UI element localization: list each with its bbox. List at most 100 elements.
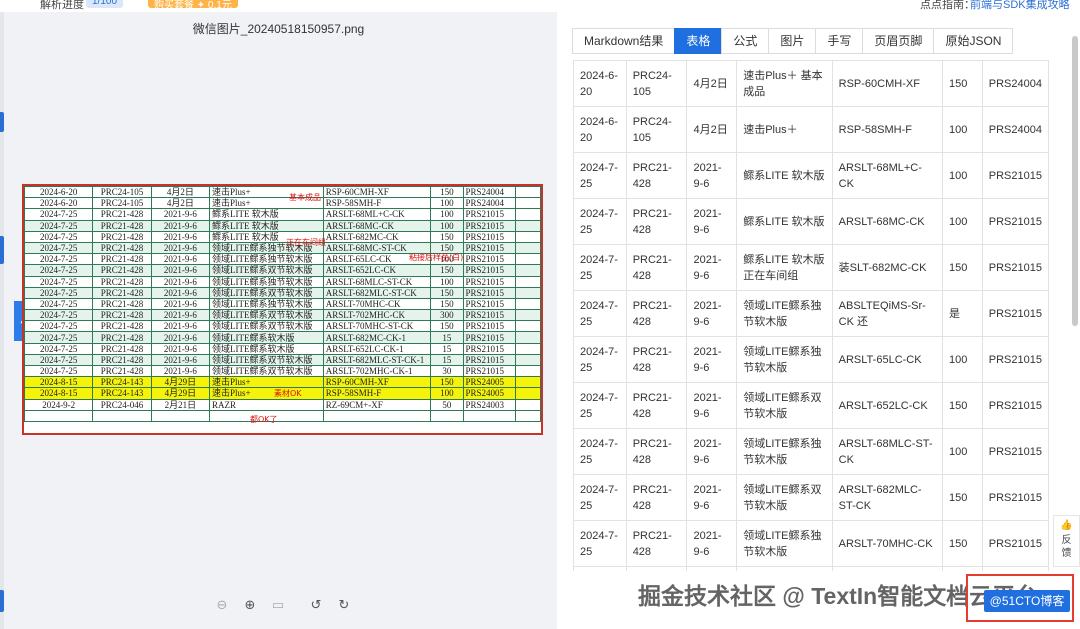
table-cell: PRC21-428	[625, 290, 688, 337]
sheet-cell: PRS21015	[462, 253, 516, 266]
sheet-cell	[514, 353, 542, 367]
sheet-cell: 100	[430, 219, 464, 232]
sheet-cell: 2024-7-25	[23, 208, 94, 221]
sheet-cell	[92, 409, 152, 422]
sheet-cell: 2024-7-25	[23, 309, 94, 322]
sheet-cell	[23, 409, 94, 422]
sheet-row: 2024-7-25 PRC21-428 2021-9-6 鳏系LITE 软木版 ARSL…	[23, 219, 542, 232]
sheet-cell: PRS21015	[462, 364, 516, 378]
tab-5[interactable]: 页眉页脚	[862, 28, 935, 54]
sheet-cell: 领域LITE鳏系双节软木版	[209, 264, 324, 277]
sheet-cell: 2024-6-20	[23, 185, 94, 199]
buy-package-button[interactable]: 购买套餐 ✦ 0.1元	[148, 0, 238, 11]
sheet-cell: 鳏系LITE 软木版	[209, 219, 324, 232]
sheet-row: 2024-7-25 PRC21-428 2021-9-6 领域LITE鳏系双节软木版 A…	[23, 320, 542, 333]
sheet-cell: 领域LITE鳏系软木版	[209, 331, 324, 344]
table-cell: 领域LITE鳏系独节软木版	[736, 290, 833, 337]
table-cell: PRC21-428	[625, 520, 688, 567]
tab-0[interactable]: Markdown结果	[572, 28, 676, 54]
sheet-cell	[514, 364, 542, 378]
table-cell: PRS21015	[981, 520, 1049, 567]
sheet-cell: 2024-9-2	[23, 398, 94, 411]
sheet-cell: 领域LITE鳏系双节软木版	[209, 309, 324, 322]
table-cell: PRC21-428	[625, 336, 688, 383]
table-cell: 鳏系LITE 软木版	[736, 198, 833, 245]
sheet-cell: ARSLT-702MHC-CK	[322, 309, 432, 322]
sidebar-marker	[0, 590, 4, 612]
sheet-cell: 2021-9-6	[150, 275, 211, 288]
table-cell: 2021-9-6	[686, 244, 738, 291]
sheet-row: 2024-7-25 PRC21-428 2021-9-6 领域LITE鳏系软木版 ARS…	[23, 331, 542, 344]
table-cell: 鳏系LITE 软木版 正在车间组	[736, 244, 833, 291]
table-cell: PRS21015	[981, 198, 1049, 245]
feedback-button[interactable]: 👍 反馈	[1053, 515, 1080, 567]
sheet-cell	[514, 331, 542, 344]
sheet-cell: 150	[430, 376, 464, 389]
sheet-row: 2024-7-25 PRC21-428 2021-9-6 鳏系LITE 软木版 ARSL…	[23, 230, 542, 243]
table-cell: ARSLT-70MHC-CK	[831, 520, 943, 567]
image-filename: 微信图片_20240518150957.png	[192, 22, 365, 36]
tab-2[interactable]: 公式	[721, 28, 770, 54]
result-table-container: 2024-6-20 PRC24-105 4月2日 速击Plus＋ 基本成品 RSP-60…	[573, 60, 1049, 571]
sheet-cell: ARSLT-652LC-CK	[322, 264, 432, 277]
sheet-cell: 4月29日	[150, 376, 211, 389]
sheet-cell: ARSLT-70MHC-ST-CK	[322, 320, 432, 333]
sheet-cell: ARSLT-682MLC-ST-CK	[322, 286, 432, 299]
sheet-cell: 100	[430, 387, 464, 400]
table-cell: 速击Plus＋	[736, 106, 833, 153]
sheet-cell: PRS21015	[462, 342, 516, 355]
table-cell: PRS21015	[981, 566, 1049, 571]
sheet-row: 2024-7-25 PRC21-428 2021-9-6 领域LITE鳏系双节软木版 A…	[23, 353, 542, 367]
sheet-cell: PRC24-105	[92, 197, 152, 210]
sheet-cell: 领域LITE鳏系软木版	[209, 342, 324, 355]
table-cell: PRS21015	[981, 152, 1049, 199]
table-cell: PRS21015	[981, 474, 1049, 521]
zoom-out-icon[interactable]: ⊖	[214, 597, 230, 613]
sheet-cell: ARSLT-702MHC-CK-1	[322, 364, 432, 378]
sheet-cell	[150, 409, 211, 422]
fit-icon[interactable]: ▭	[270, 597, 286, 613]
rotate-right-icon[interactable]: ↻	[336, 597, 352, 613]
table-cell: 300	[941, 566, 983, 571]
sheet-cell: 2024-7-25	[23, 253, 94, 266]
zoom-in-icon[interactable]: ⊕	[242, 597, 258, 613]
sheet-cell: ARSLT-68ML+C-CK	[322, 208, 432, 221]
table-cell: 100	[941, 198, 983, 245]
sheet-cell: 2024-8-15	[23, 376, 94, 389]
thumbs-up-icon: 👍	[1060, 520, 1073, 531]
sheet-row: 2024-7-25 PRC21-428 2021-9-6 领域LITE鳏系双节软木版 A…	[23, 264, 542, 277]
table-cell: PRS21015	[981, 336, 1049, 383]
top-bar: 解析进度 1/100 购买套餐 ✦ 0.1元 点点指南： 前端与SDK集成攻略	[0, 0, 1080, 12]
table-cell: PRC21-428	[625, 152, 688, 199]
sheet-cell: 鳏系LITE 软木版	[209, 208, 324, 221]
sheet-cell: 50	[430, 398, 464, 411]
tab-1[interactable]: 表格	[674, 28, 723, 54]
sheet-cell: 2021-9-6	[150, 219, 211, 232]
sheet-annotation: 粘接后样品(白)	[409, 253, 464, 262]
sheet-row: 2024-7-25 PRC21-428 2021-9-6 领域LITE鳏系双节软木版 A…	[23, 309, 542, 322]
sheet-cell: PRC21-428	[92, 309, 152, 322]
guide-link[interactable]: 前端与SDK集成攻略	[970, 0, 1070, 12]
sheet-cell: 2024-7-25	[23, 230, 94, 243]
table-cell: 150	[941, 474, 983, 521]
sheet-cell	[514, 297, 542, 311]
sheet-cell: PRC21-428	[92, 275, 152, 288]
sheet-cell: 2021-9-6	[150, 342, 211, 355]
result-table: 2024-6-20 PRC24-105 4月2日 速击Plus＋ 基本成品 RSP-60…	[573, 60, 1049, 571]
scrollbar[interactable]	[1072, 36, 1078, 326]
tab-4[interactable]: 手写	[815, 28, 864, 54]
tab-3[interactable]: 图片	[768, 28, 817, 54]
sheet-cell: RSP-60CMH-XF	[322, 376, 432, 389]
sheet-cell: 150	[430, 185, 464, 199]
table-cell: 2021-9-6	[686, 474, 738, 521]
sheet-cell: PRC21-428	[92, 208, 152, 221]
sheet-cell: PRC21-428	[92, 342, 152, 355]
table-cell: 2024-7-25	[573, 290, 627, 337]
rotate-left-icon[interactable]: ↺	[308, 597, 324, 613]
table-cell: 100	[941, 428, 983, 475]
sheet-cell: PRS21015	[462, 275, 516, 288]
blog-badge[interactable]: @51CTO博客	[984, 590, 1070, 612]
tab-6[interactable]: 原始JSON	[933, 28, 1014, 54]
sheet-row: 2024-7-25 PRC21-428 2021-9-6 领域LITE鳏系双节软木版 A…	[23, 286, 542, 299]
table-row: 2024-7-25PRC21-4282021-9-6领域LITE鳏系双节软木版A…	[573, 566, 1049, 571]
